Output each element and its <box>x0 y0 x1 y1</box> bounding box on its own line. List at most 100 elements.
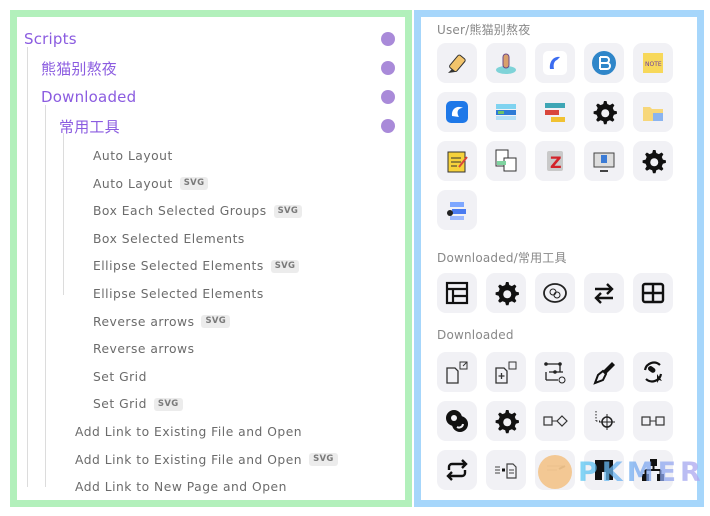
script-icon-button[interactable] <box>486 43 526 83</box>
script-icon-button[interactable] <box>486 450 526 490</box>
sticky-note-icon: NOTE <box>643 53 663 73</box>
script-icon-button[interactable] <box>535 92 575 132</box>
script-item[interactable]: Add Link to New Page and Open <box>75 475 287 499</box>
script-icon-button[interactable] <box>535 352 575 392</box>
script-icon-button[interactable] <box>535 450 575 490</box>
image-text-icon <box>495 149 517 172</box>
script-item[interactable]: Auto Layout SVG <box>93 172 209 196</box>
script-icon-button[interactable] <box>486 92 526 132</box>
script-item[interactable]: Box Each Selected Groups SVG <box>93 199 303 223</box>
section-title: Downloaded/常用工具 <box>437 251 567 265</box>
script-label: Ellipse Selected Elements <box>93 259 264 274</box>
tree-guide-line <box>45 105 46 487</box>
script-icon-button[interactable] <box>633 141 673 181</box>
script-icon-button[interactable] <box>437 92 477 132</box>
script-icon-button[interactable] <box>584 141 624 181</box>
blue-b-icon <box>592 51 616 75</box>
script-icon-button[interactable] <box>486 352 526 392</box>
tree-guide-line <box>63 133 64 295</box>
script-icon-button[interactable] <box>437 450 477 490</box>
script-item[interactable]: Reverse arrows <box>93 337 194 361</box>
file-add-link-icon <box>495 361 517 384</box>
folder-panda[interactable]: 熊猫别熬夜 <box>41 55 405 81</box>
script-item[interactable]: Add Link to Existing File and Open <box>75 420 302 444</box>
folder-color-dot-icon[interactable] <box>381 90 395 104</box>
layout-icon <box>445 281 469 305</box>
folder-downloaded[interactable]: Downloaded <box>41 84 405 110</box>
script-label: Set Grid <box>93 369 147 384</box>
mindmap-blue-icon <box>447 202 466 220</box>
text-to-doc-icon <box>495 463 517 479</box>
script-icon-button[interactable] <box>584 352 624 392</box>
script-label: Box Selected Elements <box>93 231 245 246</box>
folder-tools[interactable]: 常用工具 <box>59 113 405 139</box>
script-icon-button[interactable]: NOTE <box>633 43 673 83</box>
folder-color-dot-icon[interactable] <box>381 61 395 75</box>
folder-color-dot-icon[interactable] <box>381 32 395 46</box>
script-icon-button[interactable] <box>633 273 673 313</box>
script-item[interactable]: Box Selected Elements <box>93 227 245 251</box>
section-title: Downloaded <box>437 328 514 342</box>
script-label: Add Link to New Page and Open <box>75 480 287 495</box>
section-title: User/熊猫别熬夜 <box>437 23 531 37</box>
crosshair-dots-icon <box>595 411 615 430</box>
script-icon-button[interactable] <box>584 450 624 490</box>
script-item[interactable]: Ellipse Selected Elements SVG <box>93 254 300 278</box>
script-icon-button[interactable] <box>437 141 477 181</box>
script-icon-button[interactable] <box>486 141 526 181</box>
monitor-book-icon <box>593 152 615 172</box>
script-icon-button[interactable] <box>437 401 477 441</box>
script-icon-button[interactable] <box>437 352 477 392</box>
mermaid-icon <box>496 53 516 74</box>
grid-icon <box>641 282 665 304</box>
script-label: Auto Layout <box>93 149 173 163</box>
box-to-diamond-icon <box>543 415 568 427</box>
ellipse-icon <box>543 283 567 303</box>
scripts-tree: Scripts 熊猫别熬夜 Downloaded 常用工具 Auto Layout Aut… <box>17 17 405 500</box>
script-icon-button[interactable] <box>486 273 526 313</box>
svg-badge: SVG <box>179 177 209 191</box>
gear-icon <box>495 410 519 434</box>
script-label: Set Grid <box>93 397 147 412</box>
script-icon-button[interactable] <box>437 43 477 83</box>
svg-text:NOTE: NOTE <box>645 61 662 68</box>
script-item[interactable]: Reverse arrows SVG <box>93 310 231 334</box>
flow-connect-icon <box>544 362 566 384</box>
script-icon-button[interactable] <box>584 401 624 441</box>
script-label: Reverse arrows <box>93 314 195 329</box>
folder-image-icon <box>643 107 663 121</box>
script-icon-button[interactable] <box>535 401 575 441</box>
script-item[interactable]: Add Link to Existing File and Open SVG <box>75 448 338 472</box>
script-icon-button[interactable] <box>633 352 673 392</box>
icon-grid <box>437 273 673 313</box>
script-item[interactable]: Auto Layout <box>93 144 173 168</box>
egg-face-icon <box>547 465 566 471</box>
script-icon-button[interactable] <box>584 273 624 313</box>
script-icon-button[interactable] <box>535 273 575 313</box>
script-icon-button[interactable]: Z <box>535 141 575 181</box>
folder-scripts[interactable]: Scripts <box>24 26 405 52</box>
folder-color-dot-icon[interactable] <box>381 119 395 133</box>
script-icon-button[interactable] <box>437 273 477 313</box>
script-item[interactable]: Set Grid <box>93 365 147 389</box>
script-item[interactable]: Ellipse Selected Elements <box>93 282 264 306</box>
icon-grid <box>437 352 673 490</box>
folder-label: 熊猫别熬夜 <box>41 59 118 78</box>
folder-label: Scripts <box>24 30 77 48</box>
script-icon-button[interactable] <box>584 43 624 83</box>
sync-cursor-icon <box>643 361 663 383</box>
script-label: Ellipse Selected Elements <box>93 287 264 301</box>
script-icon-button[interactable] <box>437 190 477 230</box>
script-icon-button[interactable] <box>486 401 526 441</box>
script-icon-button[interactable] <box>633 401 673 441</box>
script-icon-button[interactable] <box>633 450 673 490</box>
script-item[interactable]: Set Grid SVG <box>93 392 183 416</box>
script-icon-button[interactable] <box>633 92 673 132</box>
svg-badge: SVG <box>270 259 300 273</box>
svg-badge: SVG <box>309 453 338 467</box>
script-label: Add Link to Existing File and Open <box>75 425 303 439</box>
script-label: Box Each Selected Groups <box>93 204 267 219</box>
script-icon-button[interactable] <box>535 43 575 83</box>
script-icon-button[interactable] <box>584 92 624 132</box>
box-to-box-icon <box>641 416 665 426</box>
